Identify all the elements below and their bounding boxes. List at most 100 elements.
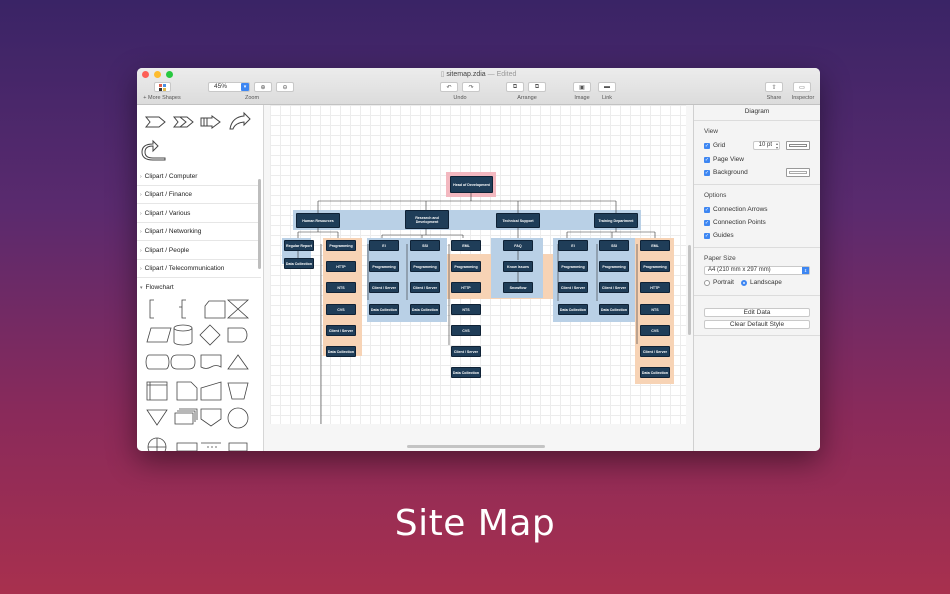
- category-flowchart[interactable]: ▾ Flowchart: [137, 279, 261, 297]
- edit-data-button[interactable]: Edit Data: [704, 308, 810, 317]
- node-programming[interactable]: Programming: [451, 261, 481, 272]
- node-client-server[interactable]: Client / Server: [410, 282, 440, 293]
- node-nts[interactable]: NTS: [326, 282, 356, 293]
- node-regular-report[interactable]: Regular Report: [284, 240, 314, 251]
- category-clipart-finance[interactable]: › Clipart / Finance: [137, 186, 261, 204]
- node-ei[interactable]: EI: [558, 240, 588, 251]
- node-cvs[interactable]: CVS: [326, 304, 356, 315]
- zoom-out-button[interactable]: ⊖: [276, 82, 294, 92]
- category-clipart-people[interactable]: › Clipart / People: [137, 242, 261, 260]
- share-button[interactable]: ⇧: [765, 82, 783, 92]
- node-technical-support[interactable]: Technical Support: [496, 213, 540, 228]
- background-color-well[interactable]: [786, 168, 810, 177]
- node-faq[interactable]: FAQ: [503, 240, 533, 251]
- paper-size-select[interactable]: A4 (210 mm x 297 mm) ⇕: [704, 266, 810, 275]
- guides-checkbox[interactable]: ✓ Guides: [704, 232, 734, 239]
- node-know-issues[interactable]: Know Issues: [503, 261, 533, 272]
- link-button[interactable]: ▬: [598, 82, 616, 92]
- node-snowflow[interactable]: Snowflow: [503, 282, 533, 293]
- canvas-area[interactable]: Head of Development Human Resources Rese…: [264, 105, 693, 451]
- sidebar-scrollbar[interactable]: [258, 179, 261, 269]
- node-eml[interactable]: EML: [640, 240, 670, 251]
- node-programming[interactable]: Programming: [369, 261, 399, 272]
- category-clipart-telecommunication[interactable]: › Clipart / Telecommunication: [137, 260, 261, 278]
- node-training-department[interactable]: Training Department: [594, 213, 638, 228]
- category-clipart-computer[interactable]: › Clipart / Computer: [137, 168, 261, 186]
- node-programming[interactable]: Programming: [558, 261, 588, 272]
- caption-title: Site Map: [394, 503, 556, 544]
- divider: [694, 120, 820, 121]
- node-programming[interactable]: Programming: [410, 261, 440, 272]
- node-eml[interactable]: EML: [451, 240, 481, 251]
- more-shapes-label[interactable]: + More Shapes: [140, 95, 184, 101]
- node-data-collection[interactable]: Data Collection: [599, 304, 629, 315]
- clear-default-style-button[interactable]: Clear Default Style: [704, 320, 810, 329]
- node-ssi[interactable]: SSI: [410, 240, 440, 251]
- image-button[interactable]: ▣: [573, 82, 591, 92]
- node-http[interactable]: HTTP: [451, 282, 481, 293]
- zoom-value: 45%: [214, 83, 228, 90]
- node-nts[interactable]: NTS: [640, 304, 670, 315]
- page-view-checkbox[interactable]: ✓ Page View: [704, 156, 744, 163]
- grid-checkbox[interactable]: ✓ Grid: [704, 142, 725, 149]
- landscape-radio[interactable]: Landscape: [741, 279, 782, 286]
- zoom-in-button[interactable]: ⊕: [254, 82, 272, 92]
- chevron-right-icon: ›: [140, 192, 142, 198]
- canvas-horizontal-scrollbar[interactable]: [407, 445, 545, 448]
- category-clipart-networking[interactable]: › Clipart / Networking: [137, 223, 261, 241]
- background-checkbox[interactable]: ✓ Background: [704, 169, 748, 176]
- node-ssi[interactable]: SSI: [599, 240, 629, 251]
- node-nts[interactable]: NTS: [451, 304, 481, 315]
- portrait-radio[interactable]: Portrait: [704, 279, 734, 286]
- canvas-vertical-scrollbar[interactable]: [688, 245, 691, 335]
- node-data-collection[interactable]: Data Collection: [284, 258, 314, 269]
- category-clipart-various[interactable]: › Clipart / Various: [137, 205, 261, 223]
- node-client-server[interactable]: Client / Server: [326, 325, 356, 336]
- window-title: ▯ sitemap.zdia — Edited: [137, 70, 820, 78]
- arrange-back-button[interactable]: ⧉: [506, 82, 524, 92]
- guides-label: Guides: [713, 232, 734, 239]
- arrange-front-button[interactable]: ⧉: [528, 82, 546, 92]
- node-data-collection[interactable]: Data Collection: [410, 304, 440, 315]
- node-cvs[interactable]: CVS: [640, 325, 670, 336]
- zoom-select[interactable]: 45% ▾: [208, 82, 250, 92]
- node-http[interactable]: HTTP: [640, 282, 670, 293]
- node-ei[interactable]: EI: [369, 240, 399, 251]
- redo-button[interactable]: ↷: [462, 82, 480, 92]
- node-data-collection[interactable]: Data Collection: [369, 304, 399, 315]
- flowchart-shapes[interactable]: [137, 298, 261, 451]
- shapes-button[interactable]: [154, 82, 171, 92]
- node-client-server[interactable]: Client / Server: [640, 346, 670, 357]
- connection-points-checkbox[interactable]: ✓ Connection Points: [704, 219, 766, 226]
- node-programming[interactable]: Programming: [599, 261, 629, 272]
- arrow-shapes[interactable]: [137, 105, 264, 167]
- grid-size-stepper[interactable]: 10 pt ▴ ▾: [753, 141, 780, 150]
- node-client-server[interactable]: Client / Server: [599, 282, 629, 293]
- inspector-button[interactable]: ▭: [793, 82, 811, 92]
- node-programming[interactable]: Programming: [326, 240, 356, 251]
- node-client-server[interactable]: Client / Server: [558, 282, 588, 293]
- node-client-server[interactable]: Client / Server: [451, 346, 481, 357]
- node-human-resources[interactable]: Human Resources: [296, 213, 340, 228]
- zoom-out-icon: ⊖: [282, 84, 288, 91]
- node-http[interactable]: HTTP: [326, 261, 356, 272]
- radio-on-icon: [741, 279, 747, 286]
- paper-size-value: A4 (210 mm x 297 mm): [708, 267, 771, 273]
- node-data-collection[interactable]: Data Collection: [451, 367, 481, 378]
- diagram-canvas[interactable]: Head of Development Human Resources Rese…: [270, 105, 686, 424]
- node-data-collection[interactable]: Data Collection: [326, 346, 356, 357]
- chevron-right-icon: ›: [140, 248, 142, 254]
- connection-arrows-checkbox[interactable]: ✓ Connection Arrows: [704, 206, 768, 213]
- node-cvs[interactable]: CVS: [451, 325, 481, 336]
- image-label: Image: [574, 95, 590, 101]
- node-research-development[interactable]: Research and Development: [405, 210, 449, 229]
- node-client-server[interactable]: Client / Server: [369, 282, 399, 293]
- node-data-collection[interactable]: Data Collection: [558, 304, 588, 315]
- undo-button[interactable]: ↶: [440, 82, 458, 92]
- node-head-of-development[interactable]: Head of Development: [450, 176, 493, 193]
- node-programming[interactable]: Programming: [640, 261, 670, 272]
- node-data-collection[interactable]: Data Collection: [640, 367, 670, 378]
- inspector-icon: ▭: [799, 84, 805, 91]
- grid-color-well[interactable]: [786, 141, 810, 150]
- share-label: Share: [766, 95, 782, 101]
